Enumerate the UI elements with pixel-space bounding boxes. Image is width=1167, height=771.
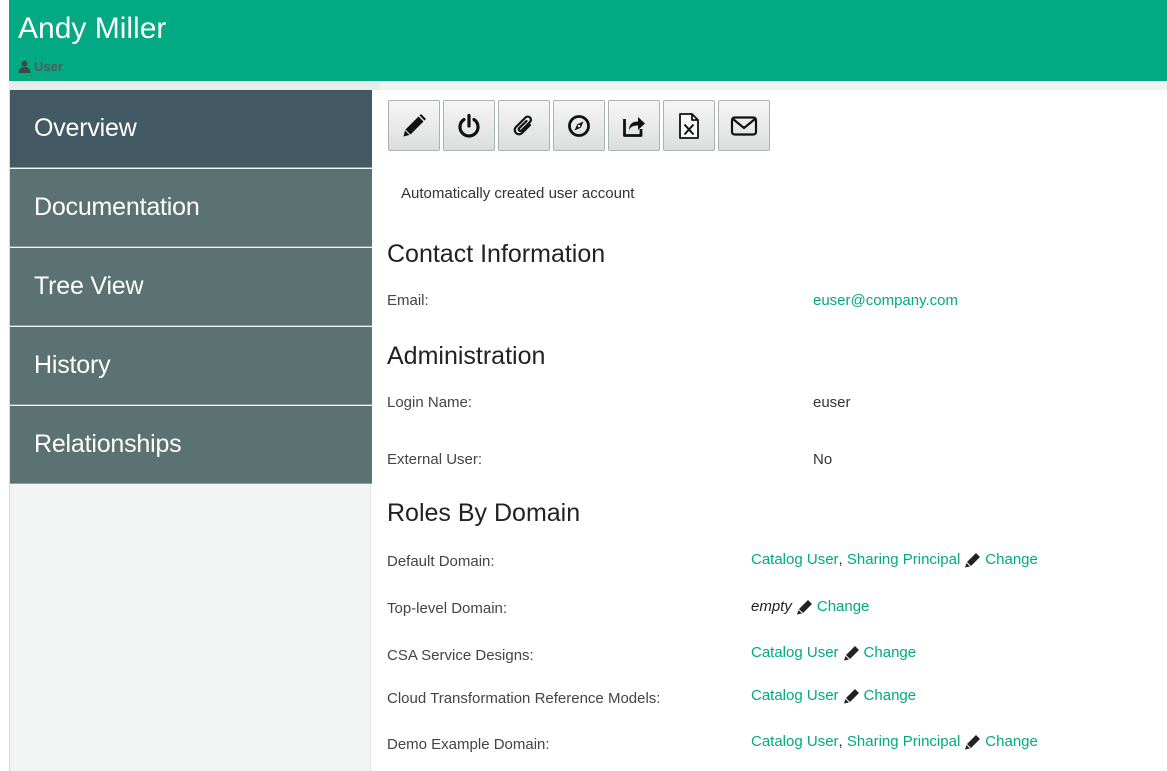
domain-roles-cloud-transformation: Catalog User Change [751, 687, 916, 704]
domain-label-top-level: Top-level Domain: [387, 600, 508, 617]
pencil-icon [965, 552, 981, 567]
excel-export-icon [679, 112, 699, 139]
login-name-value: euser [813, 394, 851, 411]
domain-roles-top-level: empty Change [751, 598, 869, 615]
edit-icon [403, 113, 426, 136]
user-role: User [18, 58, 63, 74]
sidebar-item-label: Tree View [34, 272, 144, 300]
role-link-catalog-user[interactable]: Catalog User [751, 733, 839, 750]
user-icon [18, 60, 31, 73]
email-button[interactable] [718, 100, 770, 151]
role-link-catalog-user[interactable]: Catalog User [751, 687, 839, 704]
administration-section-title: Administration [387, 342, 546, 370]
content-top-band [380, 81, 1167, 90]
share-button[interactable] [608, 100, 660, 151]
external-user-label: External User: [387, 451, 483, 468]
domain-label-csa-service-designs: CSA Service Designs: [387, 647, 534, 664]
sidebar-item-history[interactable]: History [10, 327, 372, 405]
domain-roles-default: Catalog User, Sharing Principal Change [751, 551, 1038, 568]
edit-button[interactable] [388, 100, 440, 151]
sidebar-item-label: Overview [34, 114, 137, 142]
attach-button[interactable] [498, 100, 550, 151]
power-button[interactable] [443, 100, 495, 151]
compass-icon [568, 114, 590, 137]
pencil-icon [843, 645, 859, 660]
user-role-label: User [34, 58, 63, 74]
email-label: Email: [387, 292, 429, 309]
sidebar-item-label: Relationships [34, 430, 182, 458]
header-divider [9, 81, 1167, 90]
export-excel-button[interactable] [663, 100, 715, 151]
contact-section-title: Contact Information [387, 240, 606, 268]
domain-roles-csa-service-designs: Catalog User Change [751, 644, 916, 661]
sidebar-item-tree-view[interactable]: Tree View [10, 248, 372, 326]
pencil-icon [796, 599, 812, 614]
role-link-sharing-principal[interactable]: Sharing Principal [847, 733, 960, 750]
main-content: Automatically created user account Conta… [380, 90, 1167, 771]
role-link-catalog-user[interactable]: Catalog User [751, 644, 839, 661]
user-description: Automatically created user account [401, 185, 635, 202]
sidebar-item-documentation[interactable]: Documentation [10, 169, 372, 247]
sidebar-item-label: History [34, 351, 111, 379]
external-user-value: No [813, 451, 833, 468]
role-link-sharing-principal[interactable]: Sharing Principal [847, 551, 960, 568]
sidebar-item-relationships[interactable]: Relationships [10, 406, 372, 484]
change-roles-button[interactable]: Change [985, 551, 1038, 568]
login-name-label: Login Name: [387, 394, 473, 411]
role-separator: , [838, 551, 843, 568]
change-roles-button[interactable]: Change [864, 687, 917, 704]
role-separator: , [838, 733, 843, 750]
user-name-title: Andy Miller [18, 12, 167, 45]
action-toolbar [388, 100, 770, 151]
attachment-icon [513, 114, 533, 135]
domain-label-demo-example: Demo Example Domain: [387, 736, 550, 753]
role-link-catalog-user[interactable]: Catalog User [751, 551, 839, 568]
email-icon [730, 115, 758, 136]
power-icon [458, 113, 480, 138]
pencil-icon [843, 688, 859, 703]
navigate-button[interactable] [553, 100, 605, 151]
domain-roles-demo-example: Catalog User, Sharing Principal Change [751, 733, 1038, 750]
roles-section-title: Roles By Domain [387, 499, 581, 527]
change-roles-button[interactable]: Change [817, 598, 870, 615]
share-icon [623, 116, 645, 137]
sidebar: Overview Documentation Tree View History… [9, 90, 372, 771]
empty-roles-text: empty [751, 598, 792, 615]
domain-label-default: Default Domain: [387, 553, 495, 570]
page-header: Andy Miller User [9, 0, 1167, 81]
sidebar-item-overview[interactable]: Overview [10, 90, 372, 168]
change-roles-button[interactable]: Change [864, 644, 917, 661]
change-roles-button[interactable]: Change [985, 733, 1038, 750]
domain-label-cloud-transformation: Cloud Transformation Reference Models: [387, 690, 661, 707]
email-link[interactable]: euser@company.com [813, 292, 958, 309]
sidebar-item-label: Documentation [34, 193, 200, 221]
pencil-icon [965, 734, 981, 749]
